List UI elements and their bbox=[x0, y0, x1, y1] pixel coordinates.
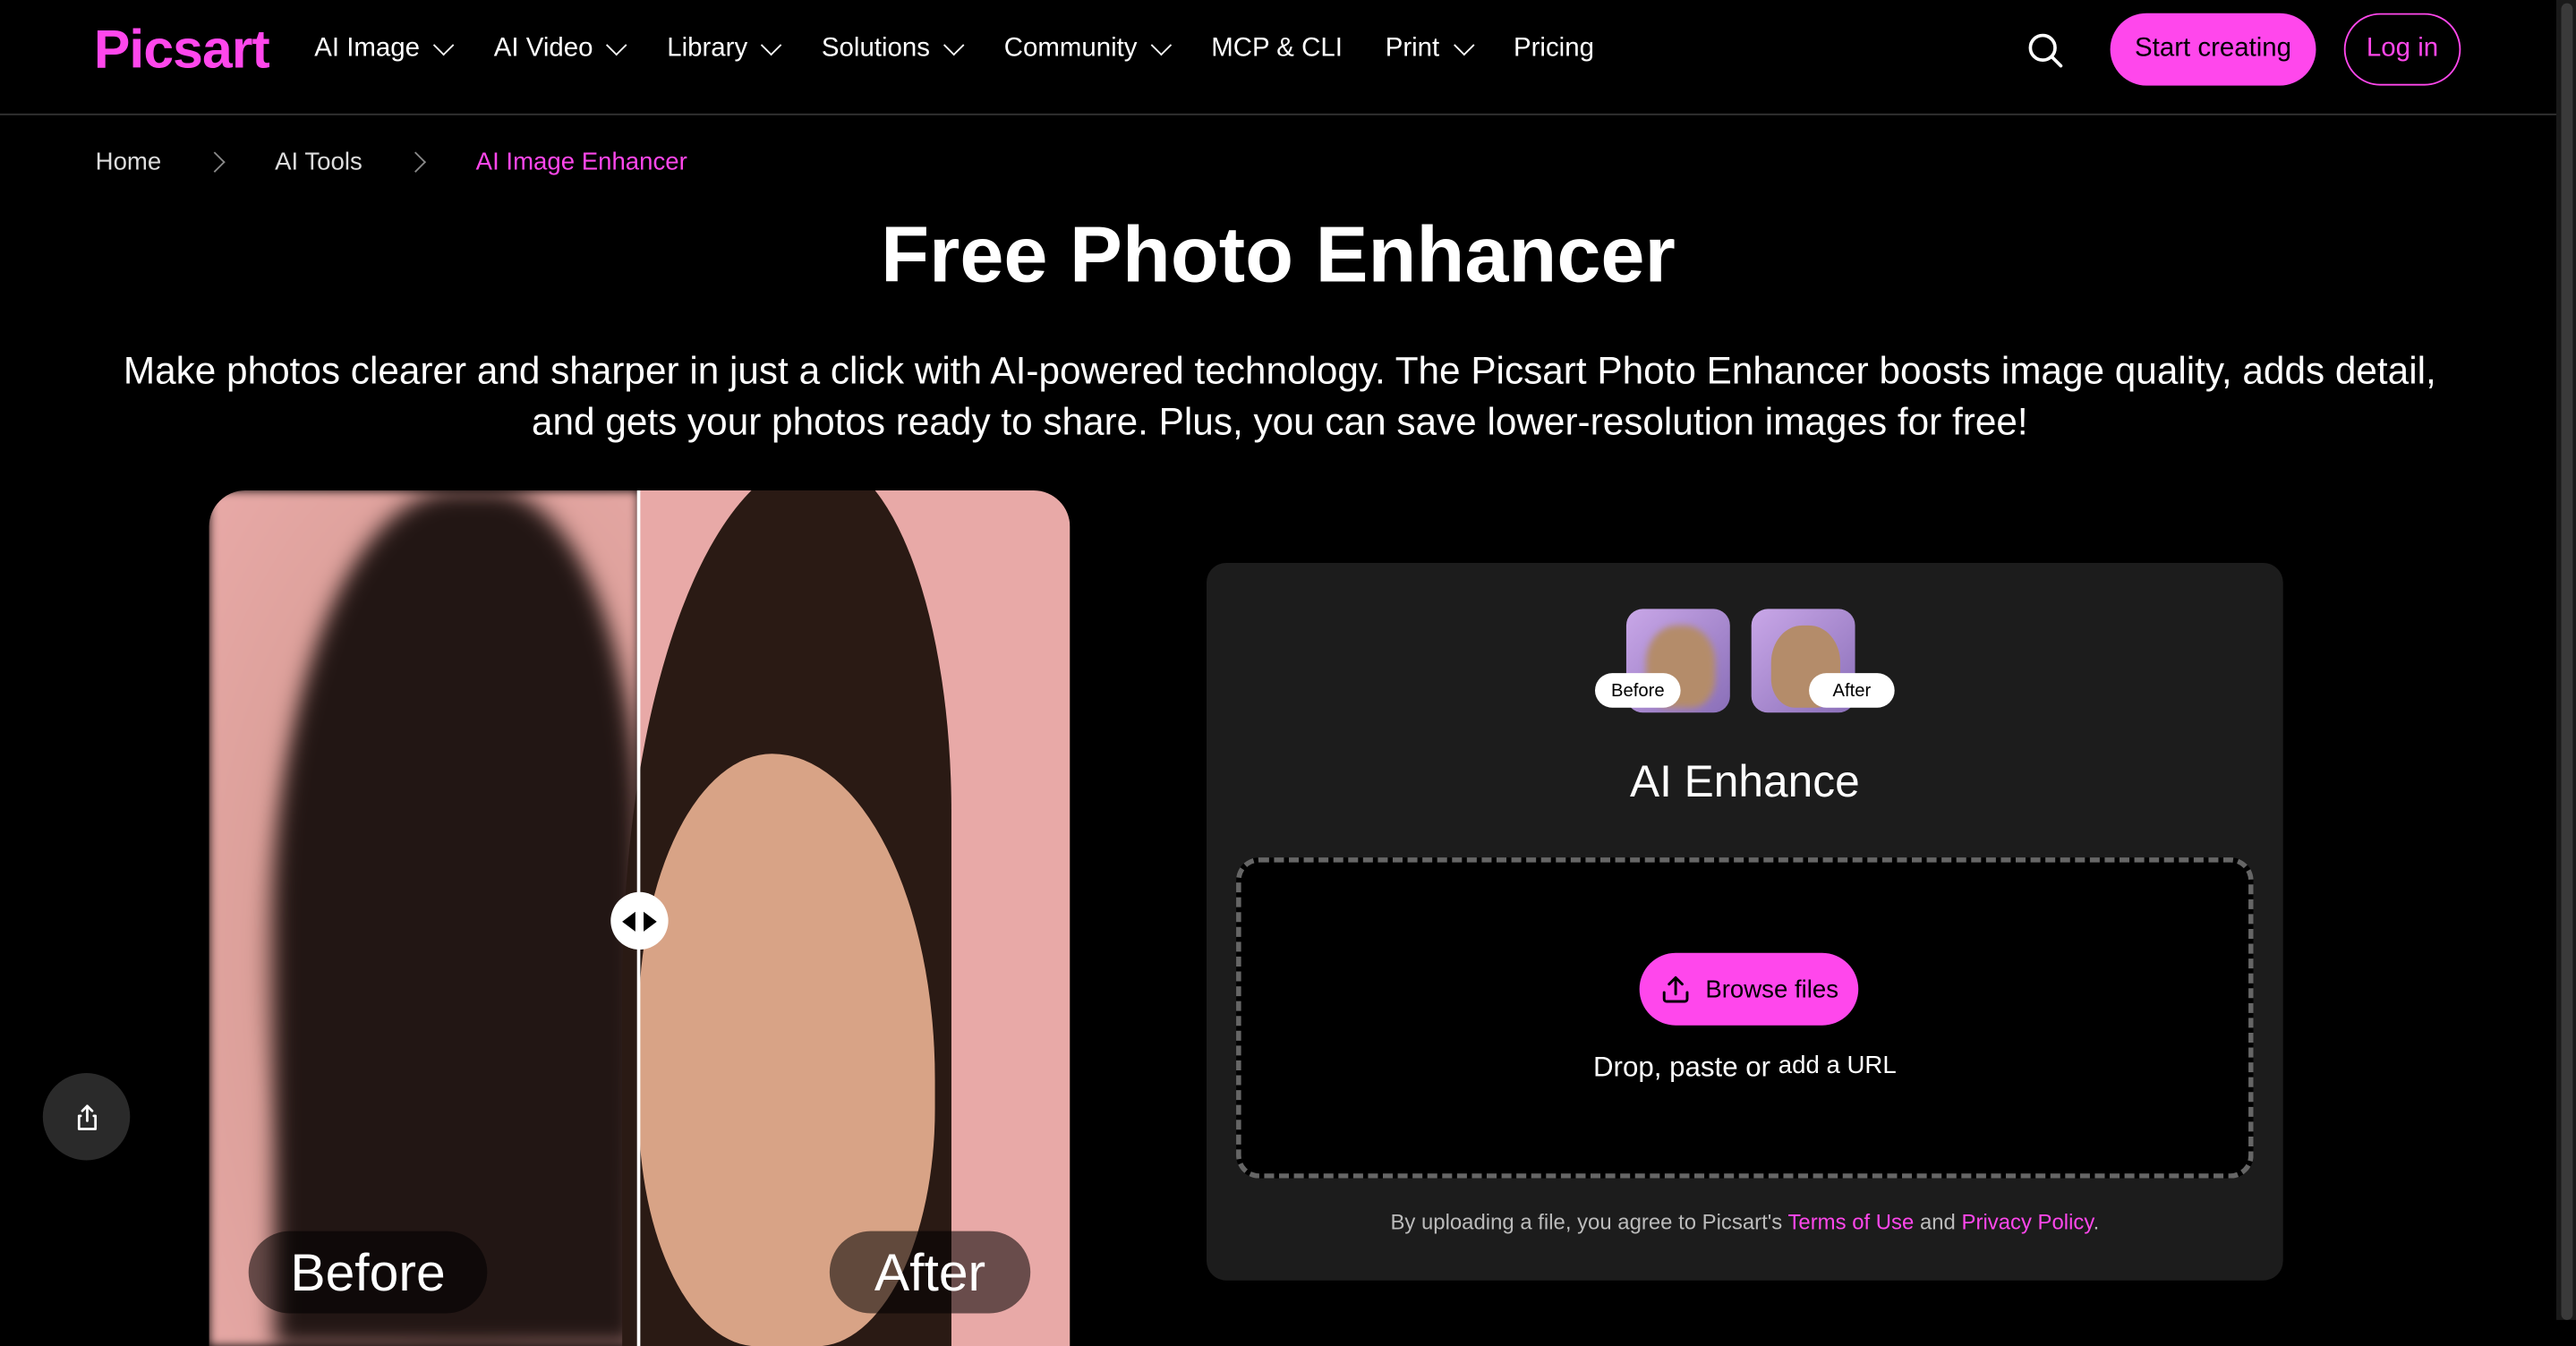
chevron-down-icon bbox=[761, 34, 782, 56]
nav-item-community[interactable]: Community bbox=[1003, 33, 1172, 66]
breadcrumb-home[interactable]: Home bbox=[96, 149, 162, 176]
after-image bbox=[622, 490, 1070, 1346]
share-icon bbox=[76, 1103, 97, 1130]
terms-of-use-link[interactable]: Terms of Use bbox=[1787, 1210, 1914, 1235]
add-url-link[interactable]: add a URL bbox=[1778, 1052, 1897, 1079]
nav-item-label: Library bbox=[667, 34, 748, 63]
page-title: Free Photo Enhancer bbox=[881, 212, 1676, 300]
chevron-down-icon bbox=[606, 34, 627, 56]
main-nav: AI Image AI Video Library Solutions Comm… bbox=[314, 33, 1636, 66]
chevron-right-icon bbox=[405, 151, 427, 173]
upload-icon bbox=[1662, 975, 1689, 1003]
search-icon[interactable] bbox=[2025, 30, 2068, 72]
nav-item-ai-image[interactable]: AI Image bbox=[314, 33, 455, 66]
before-after-comparison[interactable]: Before After bbox=[209, 490, 1070, 1346]
share-button[interactable] bbox=[42, 1073, 131, 1161]
nav-item-label: Pricing bbox=[1513, 34, 1594, 63]
page: Picsart AI Image AI Video Library Soluti… bbox=[0, 0, 2576, 1346]
before-label: Before bbox=[248, 1231, 488, 1314]
upload-card-title: AI Enhance bbox=[1629, 756, 1860, 807]
breadcrumb: Home AI Tools AI Image Enhancer bbox=[96, 149, 687, 176]
browse-files-button[interactable]: Browse files bbox=[1639, 952, 1859, 1026]
drop-text: Drop, paste or bbox=[1592, 1052, 1771, 1084]
nav-item-label: AI Video bbox=[493, 34, 593, 63]
picsart-logo[interactable]: Picsart bbox=[94, 18, 270, 81]
breadcrumb-current: AI Image Enhancer bbox=[475, 148, 687, 176]
scrollbar-thumb[interactable] bbox=[2561, 3, 2573, 1320]
before-image bbox=[209, 490, 639, 1346]
after-label: After bbox=[829, 1231, 1031, 1314]
nav-item-pricing[interactable]: Pricing bbox=[1514, 33, 1594, 66]
arrow-left-icon bbox=[622, 910, 635, 931]
chevron-down-icon bbox=[1453, 34, 1474, 56]
start-creating-button[interactable]: Start creating bbox=[2110, 13, 2316, 86]
thumbnail-after-label: After bbox=[1809, 673, 1895, 708]
nav-item-label: AI Image bbox=[314, 34, 421, 63]
nav-item-label: MCP & CLI bbox=[1211, 34, 1343, 63]
top-navigation-bar: Picsart AI Image AI Video Library Soluti… bbox=[0, 0, 2556, 115]
arrow-right-icon bbox=[644, 910, 657, 931]
upload-legal-notice: By uploading a file, you agree to Picsar… bbox=[1207, 1210, 2283, 1235]
chevron-down-icon bbox=[1150, 34, 1172, 56]
nav-item-label: Community bbox=[1003, 34, 1138, 63]
nav-item-library[interactable]: Library bbox=[667, 33, 782, 66]
nav-item-ai-video[interactable]: AI Video bbox=[493, 33, 627, 66]
upload-card: Before After AI Enhance Browse files Dro… bbox=[1206, 562, 2283, 1281]
breadcrumb-ai-tools[interactable]: AI Tools bbox=[275, 149, 363, 176]
nav-item-mcp-cli[interactable]: MCP & CLI bbox=[1211, 33, 1343, 66]
nav-item-label: Solutions bbox=[821, 34, 930, 63]
nav-item-print[interactable]: Print bbox=[1385, 33, 1474, 66]
page-subtitle: Make photos clearer and sharper in just … bbox=[123, 348, 2436, 443]
chevron-down-icon bbox=[432, 34, 455, 56]
drop-instructions: Drop, paste or add a URL bbox=[1241, 1052, 2248, 1085]
nav-item-solutions[interactable]: Solutions bbox=[821, 33, 965, 66]
chevron-right-icon bbox=[204, 151, 226, 173]
browse-files-label: Browse files bbox=[1705, 975, 1839, 1003]
privacy-policy-link[interactable]: Privacy Policy bbox=[1962, 1210, 2094, 1235]
chevron-down-icon bbox=[943, 34, 965, 56]
legal-prefix: By uploading a file, you agree to Picsar… bbox=[1390, 1209, 1783, 1235]
legal-suffix: . bbox=[2093, 1209, 2100, 1235]
nav-item-label: Print bbox=[1385, 34, 1440, 63]
file-dropzone[interactable]: Browse files Drop, paste or add a URL bbox=[1236, 857, 2254, 1179]
comparison-slider-handle[interactable] bbox=[610, 891, 669, 950]
thumbnail-before-label: Before bbox=[1594, 673, 1681, 708]
login-button[interactable]: Log in bbox=[2343, 13, 2461, 86]
legal-and: and bbox=[1919, 1209, 1956, 1235]
